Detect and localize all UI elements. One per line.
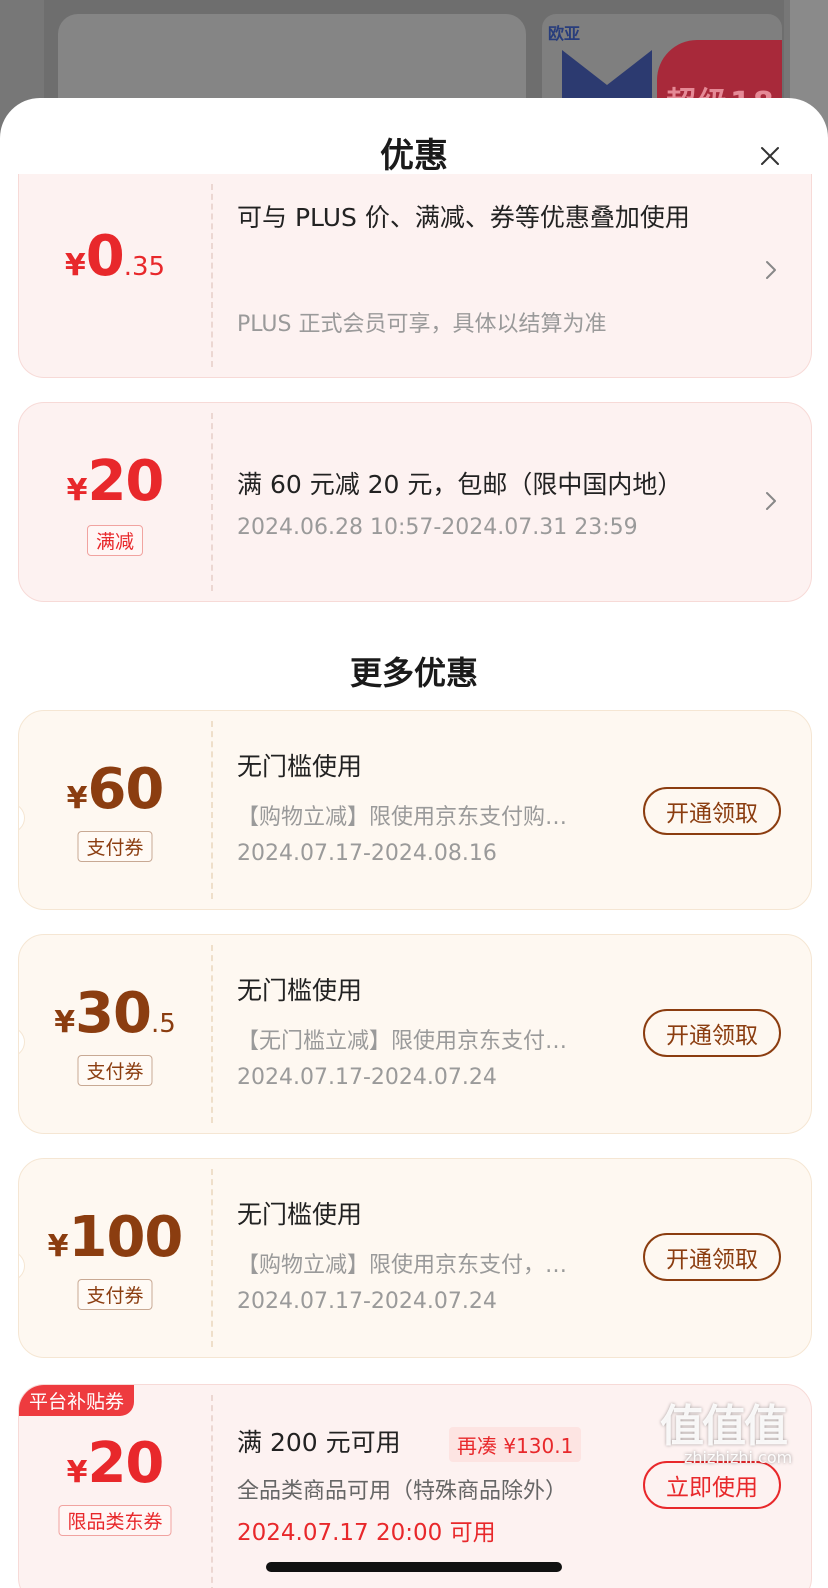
coupon-amount: ¥30.5: [19, 981, 211, 1046]
coupon-divider: [211, 721, 213, 899]
coupon-card-full-reduction[interactable]: ¥20 满减 满 60 元减 20 元，包邮（限中国内地） 2024.06.28…: [18, 402, 812, 602]
amount-value: 20: [87, 449, 164, 514]
coupon-subtitle: 【无门槛立减】限使用京东支付…: [237, 1029, 568, 1054]
claim-button[interactable]: 开通领取: [643, 787, 781, 835]
coupon-card-pay-100[interactable]: ¥100 支付券 无门槛使用 【购物立减】限使用京东支付，… 2024.07.1…: [18, 1158, 812, 1358]
coupon-subtitle: 全品类商品可用（特殊商品除外）: [237, 1479, 568, 1504]
coupon-title: 满 200 元可用: [237, 1428, 401, 1457]
coupon-divider: [211, 1169, 213, 1347]
coupon-type-tag: 支付券: [77, 831, 153, 862]
discount-sheet: 优惠 ¥0.35 可与 PLUS 价、满减、券等优惠叠加使用 PLUS 正式会员…: [0, 98, 828, 1588]
coupon-subtitle: 【购物立减】限使用京东支付购…: [237, 805, 568, 830]
brand-logo: 欧亚: [548, 24, 581, 43]
coupon-divider: [211, 1395, 213, 1588]
currency-symbol: ¥: [66, 1455, 88, 1490]
coupon-type-tag: 支付券: [77, 1279, 153, 1310]
coupon-amount: ¥100: [19, 1205, 211, 1270]
corner-tag: 平台补贴券: [19, 1385, 135, 1416]
currency-symbol: ¥: [47, 1229, 69, 1264]
currency-symbol: ¥: [66, 473, 88, 508]
coupon-date: 2024.07.17-2024.07.24: [237, 1289, 497, 1314]
coupon-subtitle: 【购物立减】限使用京东支付，…: [237, 1253, 568, 1278]
sheet-title: 优惠: [380, 136, 448, 176]
coupon-date: 2024.07.17-2024.08.16: [237, 841, 497, 866]
amount-decimal: .35: [123, 252, 166, 282]
amount-value: 0: [85, 224, 125, 289]
coupon-card-plus[interactable]: ¥0.35 可与 PLUS 价、满减、券等优惠叠加使用 PLUS 正式会员可享，…: [18, 174, 812, 378]
claim-button[interactable]: 开通领取: [643, 1233, 781, 1281]
use-now-button[interactable]: 立即使用: [643, 1461, 781, 1509]
coupon-date: 2024.07.17-2024.07.24: [237, 1065, 497, 1090]
currency-symbol: ¥: [64, 248, 86, 283]
chevron-right-icon[interactable]: [763, 258, 779, 282]
close-button[interactable]: [752, 138, 788, 174]
coupon-title: 无门槛使用: [237, 976, 363, 1005]
coupon-type-tag: 支付券: [77, 1055, 153, 1086]
coupon-title: 无门槛使用: [237, 752, 363, 781]
coupon-title: 可与 PLUS 价、满减、券等优惠叠加使用: [237, 203, 690, 232]
coupon-divider: [211, 945, 213, 1123]
coupon-date: 2024.06.28 10:57-2024.07.31 23:59: [237, 515, 638, 540]
amount-value: 60: [87, 757, 164, 822]
coupon-amount: ¥20: [19, 1431, 211, 1496]
coupon-card-pay-60[interactable]: ¥60 支付券 无门槛使用 【购物立减】限使用京东支付购… 2024.07.17…: [18, 710, 812, 910]
coupon-card-pay-30-5[interactable]: ¥30.5 支付券 无门槛使用 【无门槛立减】限使用京东支付… 2024.07.…: [18, 934, 812, 1134]
close-icon: [761, 147, 779, 165]
watermark-url: zhizhizhi.com: [684, 1448, 793, 1467]
amount-value: 100: [68, 1205, 183, 1270]
claim-button[interactable]: 开通领取: [643, 1009, 781, 1057]
available-time: 2024.07.17 20:00 可用: [237, 1520, 496, 1546]
coupon-divider: [211, 184, 213, 367]
section-title-more: 更多优惠: [349, 654, 478, 692]
coupon-amount: ¥60: [19, 757, 211, 822]
amount-decimal: .5: [151, 1009, 176, 1039]
amount-value: 30: [75, 981, 152, 1046]
coupon-type-tag: 满减: [86, 525, 144, 556]
coupon-divider: [211, 413, 213, 591]
currency-symbol: ¥: [54, 1005, 76, 1040]
coupon-amount: ¥0.35: [19, 224, 211, 289]
home-indicator[interactable]: [266, 1562, 562, 1572]
watermark-logo: 值值值: [660, 1401, 788, 1452]
coupon-title: 无门槛使用: [237, 1200, 363, 1229]
chevron-right-icon[interactable]: [763, 489, 779, 513]
need-more-badge: 再凑 ¥130.1: [449, 1427, 582, 1462]
coupon-type-tag: 限品类东券: [58, 1505, 172, 1536]
coupon-amount: ¥20: [19, 449, 211, 514]
amount-value: 20: [87, 1431, 164, 1496]
coupon-title: 满 60 元减 20 元，包邮（限中国内地）: [237, 470, 683, 499]
currency-symbol: ¥: [66, 781, 88, 816]
coupon-subtitle: PLUS 正式会员可享，具体以结算为准: [237, 312, 607, 337]
